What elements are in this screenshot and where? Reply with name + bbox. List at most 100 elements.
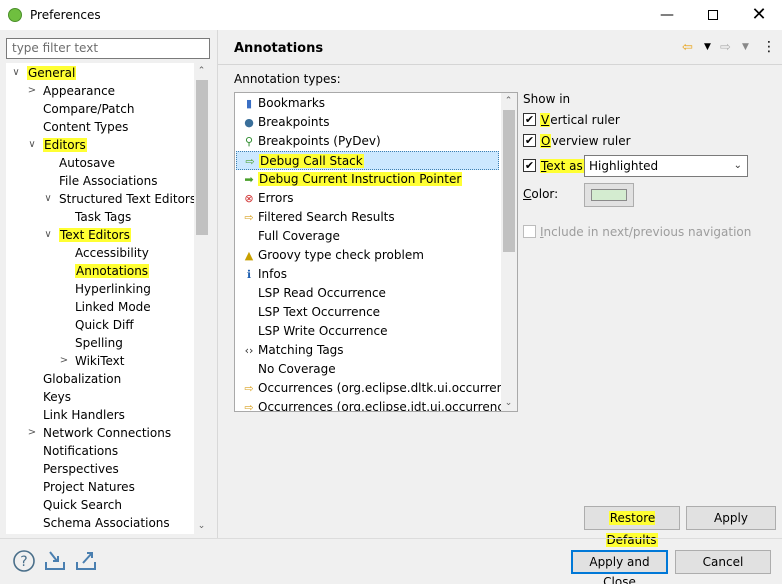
- tree-item[interactable]: ∨ Editors: [6, 136, 192, 154]
- tree-item[interactable]: Project Natures: [6, 478, 192, 496]
- chevron-down-icon[interactable]: ∨: [43, 226, 53, 244]
- scroll-down-icon[interactable]: ⌄: [194, 519, 209, 533]
- checkbox-icon[interactable]: [523, 225, 536, 238]
- tree-item[interactable]: Quick Search: [6, 496, 192, 514]
- tree-item[interactable]: Notifications: [6, 442, 192, 460]
- tree-item-label: Linked Mode: [75, 300, 151, 314]
- tree-item[interactable]: ∨ Text Editors: [6, 226, 192, 244]
- tree-item[interactable]: Globalization: [6, 370, 192, 388]
- annotation-type-item[interactable]: ℹ Infos: [236, 265, 499, 284]
- tree-item[interactable]: Quick Diff: [6, 316, 192, 334]
- chevron-right-icon[interactable]: >: [27, 424, 37, 442]
- tree-item[interactable]: Link Handlers: [6, 406, 192, 424]
- tree-item[interactable]: Task Tags: [6, 208, 192, 226]
- panel-sash[interactable]: [217, 30, 218, 538]
- annotation-type-item[interactable]: ⇨ Occurrences (org.eclipse.jdt.ui.occurre…: [236, 398, 517, 411]
- text-style-select[interactable]: Highlighted ⌄: [584, 155, 748, 177]
- tree-item[interactable]: Content Types: [6, 118, 192, 136]
- export-icon[interactable]: [74, 549, 98, 573]
- annotation-type-item[interactable]: ⊗ Errors: [236, 189, 499, 208]
- annotation-type-item[interactable]: LSP Write Occurrence: [236, 322, 499, 341]
- apply-button[interactable]: Apply: [686, 506, 776, 530]
- chevron-right-icon[interactable]: >: [59, 352, 69, 370]
- scroll-up-icon[interactable]: ⌃: [194, 64, 209, 78]
- view-menu-icon[interactable]: ⋮: [762, 39, 776, 55]
- tree-item[interactable]: Compare/Patch: [6, 100, 192, 118]
- annotation-type-label: Errors: [258, 191, 294, 205]
- checkbox-icon[interactable]: ✔: [523, 113, 536, 126]
- annotation-list-scrollbar[interactable]: ⌃ ⌄: [501, 93, 517, 411]
- annotation-type-item[interactable]: LSP Text Occurrence: [236, 303, 499, 322]
- forward-menu-icon[interactable]: ▼: [742, 42, 749, 52]
- tree-item[interactable]: Autosave: [6, 154, 192, 172]
- forward-arrow-icon[interactable]: ⇨: [720, 40, 731, 55]
- apply-and-close-button[interactable]: Apply and Close: [571, 550, 668, 584]
- help-icon[interactable]: ?: [12, 549, 36, 573]
- tree-item[interactable]: Annotations: [6, 262, 192, 280]
- tree-item-label: File Associations: [59, 174, 158, 188]
- tree-item[interactable]: Perspectives: [6, 460, 192, 478]
- back-menu-icon[interactable]: ▼: [704, 42, 711, 52]
- chevron-down-icon: ⌄: [733, 160, 742, 171]
- maximize-button[interactable]: [690, 0, 736, 30]
- annotation-type-item[interactable]: ⇨ Debug Call Stack: [236, 151, 499, 170]
- annotation-type-item[interactable]: ▮ Bookmarks: [236, 94, 499, 113]
- restore-defaults-label: Restore Defaults: [606, 511, 658, 547]
- restore-defaults-button[interactable]: Restore Defaults: [584, 506, 680, 547]
- tree-item[interactable]: > Network Connections: [6, 424, 192, 442]
- annotation-types-label: Annotation types:: [234, 72, 341, 86]
- info-icon: ℹ: [246, 268, 252, 281]
- chevron-down-icon[interactable]: ∨: [11, 64, 21, 82]
- tree-item[interactable]: File Associations: [6, 172, 192, 190]
- chevron-right-icon[interactable]: >: [27, 82, 37, 100]
- minimize-button[interactable]: —: [644, 0, 690, 30]
- color-picker-button[interactable]: [584, 183, 634, 207]
- scroll-up-icon[interactable]: ⌃: [501, 94, 516, 108]
- tree-item[interactable]: Accessibility: [6, 244, 192, 262]
- annotation-type-item[interactable]: No Coverage: [236, 360, 499, 379]
- annotation-type-label: Debug Current Instruction Pointer: [258, 172, 463, 186]
- filter-input[interactable]: type filter text: [6, 38, 210, 59]
- color-swatch: [591, 189, 627, 201]
- footer-separator: [0, 538, 782, 539]
- annotation-type-item[interactable]: ⇨ Filtered Search Results: [236, 208, 499, 227]
- tree-item-label: Text Editors: [59, 228, 131, 242]
- tree-item-label: Task Tags: [75, 210, 132, 224]
- annotation-type-item[interactable]: ‹› Matching Tags: [236, 341, 499, 360]
- tree-item[interactable]: > WikiText: [6, 352, 192, 370]
- annotation-type-item[interactable]: ● Breakpoints: [236, 113, 499, 132]
- tree-item-label: Globalization: [43, 372, 122, 386]
- import-icon[interactable]: [43, 549, 67, 573]
- annotation-type-item[interactable]: ➡ Debug Current Instruction Pointer: [236, 170, 499, 189]
- cancel-button[interactable]: Cancel: [675, 550, 771, 574]
- occurrence-arrow-icon: ⇨: [244, 382, 254, 395]
- tree-item[interactable]: Linked Mode: [6, 298, 192, 316]
- scroll-down-icon[interactable]: ⌄: [501, 396, 516, 410]
- tree-item[interactable]: Spelling: [6, 334, 192, 352]
- tree-item[interactable]: ∨ General: [6, 64, 192, 82]
- annotation-type-item[interactable]: ▲ Groovy type check problem: [236, 246, 499, 265]
- tree-scroll-thumb[interactable]: [196, 80, 208, 235]
- chevron-down-icon[interactable]: ∨: [27, 136, 37, 154]
- annotation-type-item[interactable]: Full Coverage: [236, 227, 499, 246]
- chevron-down-icon[interactable]: ∨: [43, 190, 53, 208]
- checkbox-icon[interactable]: ✔: [523, 159, 536, 172]
- back-arrow-icon[interactable]: ⇦: [682, 40, 693, 55]
- checkbox-icon[interactable]: ✔: [523, 134, 536, 147]
- tree-item[interactable]: > Appearance: [6, 82, 192, 100]
- breakpoint-dot-icon: ●: [244, 116, 254, 129]
- tree-item[interactable]: Hyperlinking: [6, 280, 192, 298]
- tree-item-label: WikiText: [75, 354, 125, 368]
- arrow-green-icon: ➡: [244, 173, 254, 186]
- tree-item-label: Network Connections: [43, 426, 172, 440]
- tree-item[interactable]: Keys: [6, 388, 192, 406]
- close-button[interactable]: ✕: [736, 0, 782, 30]
- annotation-type-item[interactable]: LSP Read Occurrence: [236, 284, 499, 303]
- annotation-type-item[interactable]: ⇨ Occurrences (org.eclipse.dltk.ui.occurr…: [236, 379, 517, 398]
- annotation-type-item[interactable]: ⚲ Breakpoints (PyDev): [236, 132, 499, 151]
- tree-scrollbar[interactable]: ⌃ ⌄: [194, 63, 210, 534]
- tree-item[interactable]: Schema Associations: [6, 514, 192, 532]
- annotation-scroll-thumb[interactable]: [503, 110, 515, 252]
- tree-item[interactable]: ∨ Structured Text Editors: [6, 190, 196, 208]
- tree-item-label: Appearance: [43, 84, 116, 98]
